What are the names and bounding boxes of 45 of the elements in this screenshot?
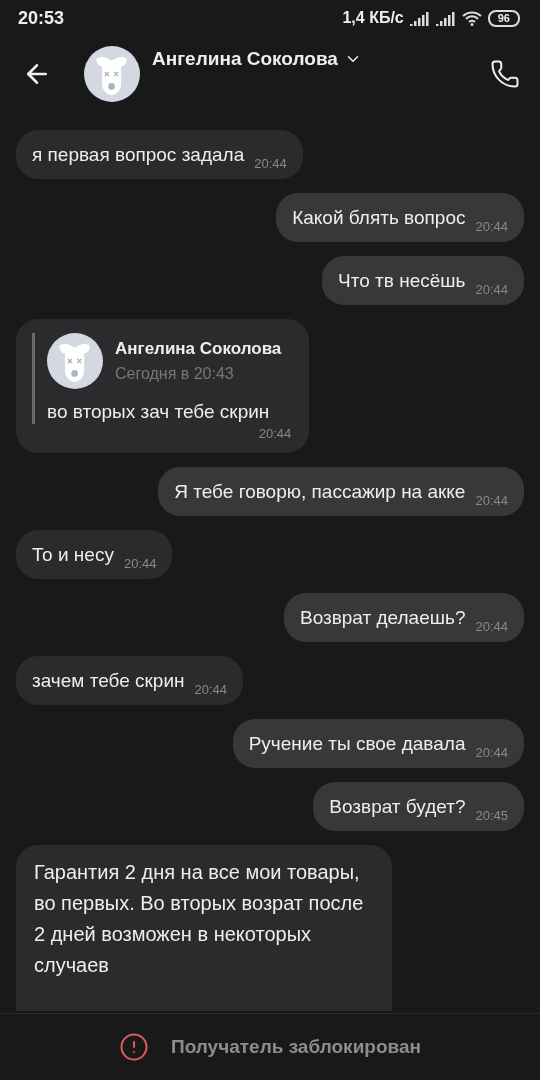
received-message[interactable]: зачем тебе скрин 20:44 bbox=[16, 656, 244, 705]
received-message[interactable]: То и несу 20:44 bbox=[16, 530, 173, 579]
received-message[interactable]: я первая вопрос задала 20:44 bbox=[16, 130, 303, 179]
sent-message[interactable]: Ручение ты свое давала 20:44 bbox=[232, 719, 524, 768]
message-text: То и несу bbox=[32, 543, 114, 567]
signal-icon bbox=[409, 10, 430, 26]
message-text: зачем тебе скрин bbox=[32, 669, 185, 693]
blocked-notice: Получатель заблокирован bbox=[171, 1036, 421, 1058]
message-text: Какой блять вопрос bbox=[292, 206, 466, 230]
call-button[interactable] bbox=[490, 59, 520, 89]
alert-icon bbox=[119, 1032, 149, 1062]
sent-message[interactable]: Какой блять вопрос 20:44 bbox=[276, 193, 524, 242]
message-text: Я тебе говорю, пассажир на акке bbox=[174, 480, 466, 504]
message-time: 20:44 bbox=[475, 493, 508, 508]
message-text: Гарантия 2 дня на все мои товары, во первых. Во вторых возрат после 2 дней возможен в некоторых случаев bbox=[34, 861, 364, 976]
network-speed: 1,4 КБ/с bbox=[342, 9, 404, 27]
message-time: 20:44 bbox=[258, 426, 292, 441]
signal-icon bbox=[435, 10, 456, 26]
battery-level: 96 bbox=[487, 9, 520, 27]
message-time: 20:44 bbox=[475, 745, 508, 760]
contact-avatar[interactable] bbox=[84, 46, 140, 102]
quoted-author: Ангелина Соколова bbox=[115, 339, 282, 359]
sent-message[interactable]: Возврат будет? 20:45 bbox=[313, 782, 524, 831]
message-text: Возврат делаешь? bbox=[299, 606, 466, 630]
wifi-icon bbox=[461, 10, 482, 26]
contact-name[interactable]: Ангелина Соколова bbox=[152, 48, 362, 70]
message-text: я первая вопрос задала bbox=[32, 143, 245, 167]
message-time: 20:44 bbox=[475, 219, 508, 234]
message-text: Ручение ты свое давала bbox=[248, 732, 466, 756]
message-time: 20:44 bbox=[254, 156, 287, 171]
received-message[interactable]: Ангелина Соколова Сегодня в 20:43 во вторых зач тебе скрин 20:44 bbox=[16, 319, 310, 453]
message-time: 20:44 bbox=[475, 619, 508, 634]
message-text: во вторых зач тебе скрин bbox=[47, 400, 271, 424]
message-time: 20:44 bbox=[123, 556, 157, 571]
sent-message[interactable]: Я тебе говорю, пассажир на акке 20:44 bbox=[158, 467, 524, 516]
message-time: 20:45 bbox=[475, 808, 508, 823]
message-text: Что тв несёшь bbox=[338, 269, 466, 293]
sent-message[interactable]: Возврат делаешь? 20:44 bbox=[283, 593, 524, 642]
message-time: 20:44 bbox=[475, 282, 508, 297]
quoted-date: Сегодня в 20:43 bbox=[115, 365, 235, 383]
sent-message[interactable]: Что тв несёшь 20:44 bbox=[322, 256, 524, 305]
status-time: 20:53 bbox=[18, 7, 65, 29]
message-text: Возврат будет? bbox=[329, 795, 466, 819]
message-time: 20:44 bbox=[194, 682, 228, 697]
received-message[interactable]: Гарантия 2 дня на все мои товары, во первых. Во вторых возрат после 2 дней возможен в некоторых случаев bbox=[16, 845, 392, 1011]
